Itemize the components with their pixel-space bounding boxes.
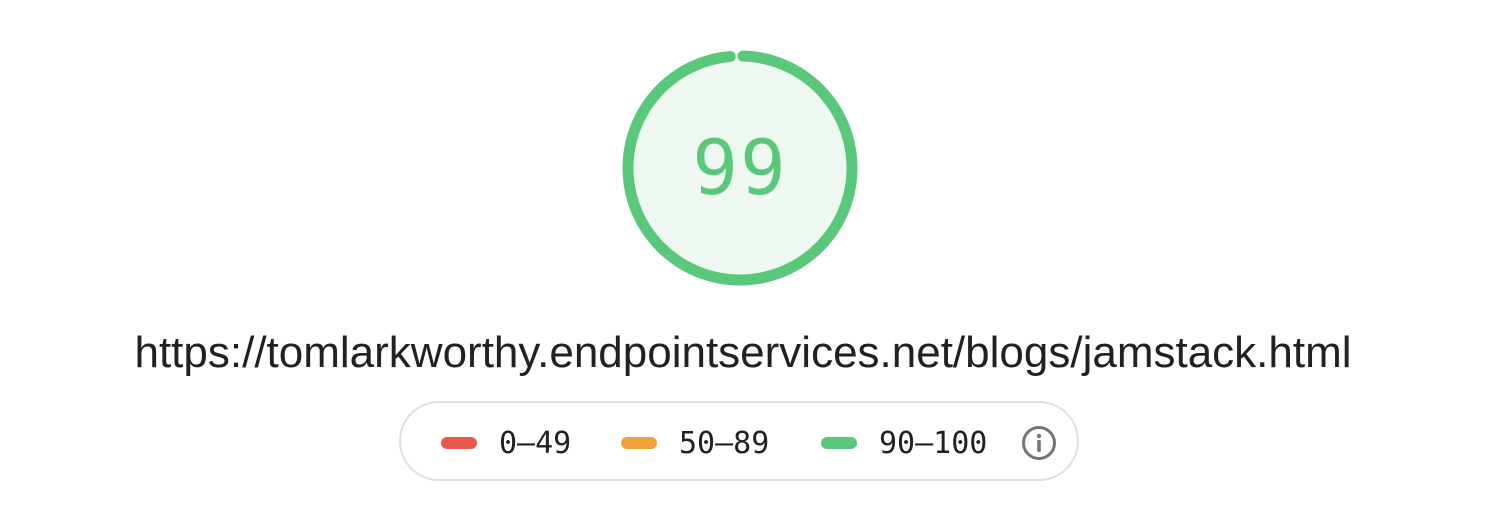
legend-label-pass: 90–100 bbox=[879, 425, 988, 461]
score-value: 99 bbox=[692, 123, 788, 212]
score-gauge: 99 bbox=[620, 48, 860, 288]
legend-label-fail: 0–49 bbox=[499, 425, 572, 461]
legend-item-fail: 0–49 bbox=[441, 403, 571, 483]
legend-swatch-pass bbox=[821, 437, 857, 449]
legend-label-average: 50–89 bbox=[679, 425, 770, 461]
score-legend: 0–49 50–89 90–100 bbox=[399, 401, 1079, 481]
page-url: https://tomlarkworthy.endpointservices.n… bbox=[134, 328, 1352, 377]
legend-item-average: 50–89 bbox=[621, 403, 769, 483]
legend-item-pass: 90–100 bbox=[821, 403, 987, 483]
legend-swatch-average bbox=[621, 437, 657, 449]
legend-swatch-fail bbox=[441, 437, 477, 449]
info-icon[interactable] bbox=[1021, 425, 1057, 461]
